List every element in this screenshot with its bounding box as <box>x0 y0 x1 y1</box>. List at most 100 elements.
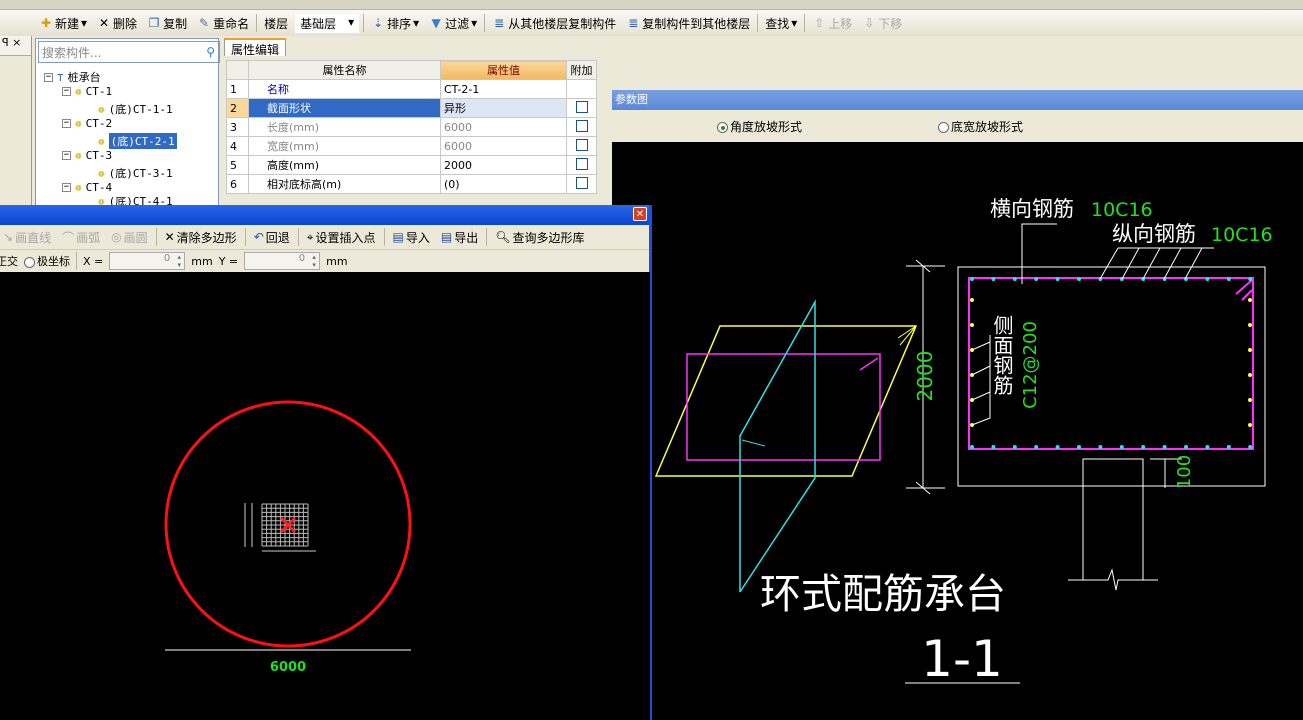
gear-icon: ❁ <box>98 166 105 180</box>
gear-icon: ❁ <box>75 149 82 162</box>
new-button[interactable]: ✚ 新建 ▾ <box>36 15 90 32</box>
rebar-dot <box>1248 298 1252 302</box>
rebar-dot <box>1162 445 1167 449</box>
rebar-dot <box>1184 445 1188 449</box>
tree-item[interactable]: ❁ (底)CT-4-1 <box>98 197 173 205</box>
collapse-icon[interactable]: − <box>62 183 71 192</box>
tree-item[interactable]: − ❁ CT-4 <box>62 181 112 194</box>
left-pane-header[interactable]: ꟼ × <box>0 36 31 56</box>
tree-item[interactable]: − ❁ CT-3 <box>62 149 112 162</box>
x-input[interactable]: 0 <box>109 252 186 270</box>
radio-angle-slope[interactable]: 角度放坡形式 <box>717 118 802 135</box>
move-up-button[interactable]: ⇧ 上移 <box>809 15 855 32</box>
checkbox[interactable] <box>575 100 588 113</box>
draw-arc-button[interactable]: ⌒ 画弧 <box>59 229 103 246</box>
value-cell[interactable]: 6000 <box>440 136 567 156</box>
copy-floor-icon: ≣ <box>494 16 505 30</box>
sort-button[interactable]: ⇣ 排序 ▾ <box>368 15 422 32</box>
polar-option[interactable]: 极坐标 <box>24 253 70 269</box>
gear-icon: ❁ <box>98 102 105 116</box>
value-cell[interactable]: 2000 <box>440 155 567 175</box>
value-cell[interactable]: (0) <box>440 174 567 194</box>
tree-item[interactable]: ❁ (底)CT-1-1 <box>98 101 173 117</box>
rebar-dot <box>1034 445 1039 449</box>
filter-icon: ▼ <box>431 16 441 30</box>
collapse-icon[interactable]: − <box>62 119 71 128</box>
table-row[interactable]: 3 长度(mm) 6000 <box>226 117 597 137</box>
main-toolbar: ✚ 新建 ▾ ✕ 删除 ❐ 复制 ✎ 重命名 楼层 基础层 ▾ ⇣ 排序 ▾ ▼ 过滤 ▾ ≣ 从其他… <box>0 10 1303 36</box>
tree-item[interactable]: − ❁ CT-2 <box>62 117 112 130</box>
radio-icon <box>24 256 35 268</box>
move-down-button[interactable]: ⇩ 下移 <box>859 15 905 32</box>
rebar-dot <box>991 277 996 281</box>
checkbox[interactable] <box>575 119 588 132</box>
rebar-dot <box>1248 277 1253 281</box>
y-input[interactable]: 0 <box>244 252 321 270</box>
insert-point-icon: ⌖ <box>306 229 314 244</box>
clear-polygon-button[interactable]: ✕ 清除多边形 <box>162 229 240 246</box>
radio-icon <box>938 122 949 133</box>
find-button[interactable]: 查找 ▾ <box>762 15 800 32</box>
arc-icon: ⌒ <box>62 230 75 245</box>
gear-icon: ❁ <box>75 85 82 98</box>
table-row[interactable]: 4 宽度(mm) 6000 <box>226 136 597 156</box>
property-editor: 属性编辑 属性名称 属性值 附加 1 名称 CT-2-1 2 截面形状 异形 3 长度(mm)… <box>222 38 602 206</box>
diagram-caption: 环式配筋承台 <box>760 570 1006 618</box>
rebar-dot <box>991 445 996 449</box>
query-library-button[interactable]: 🔍︎ 查询多边形库 <box>492 229 587 246</box>
table-row[interactable]: 2 截面形状 异形 <box>226 98 597 118</box>
copy-icon: ❐ <box>148 16 160 30</box>
collapse-icon[interactable]: − <box>62 87 71 96</box>
divider <box>297 228 299 246</box>
tree-root[interactable]: − ⊤ 桩承台 <box>44 69 101 85</box>
copy-to-floor-button[interactable]: ≣ 复制构件到其他楼层 <box>623 15 753 32</box>
checkbox[interactable] <box>575 176 588 189</box>
rebar-dot <box>1226 277 1231 281</box>
export-button[interactable]: ▤ 导出 <box>438 229 481 246</box>
checkbox[interactable] <box>575 138 588 151</box>
import-button[interactable]: ▤ 导入 <box>390 229 433 246</box>
filter-button[interactable]: ▼ 过滤 ▾ <box>426 15 480 32</box>
property-table: 属性名称 属性值 附加 1 名称 CT-2-1 2 截面形状 异形 3 长度(mm) 6000 … <box>226 60 597 194</box>
table-row[interactable]: 6 相对底标高(m) (0) <box>226 174 597 194</box>
circle-icon: ◎ <box>111 230 122 244</box>
ortho-option[interactable]: 正交 <box>0 253 18 269</box>
close-button[interactable]: ✕ <box>633 207 647 221</box>
set-insert-point-button[interactable]: ⌖ 设置插入点 <box>304 229 379 246</box>
copy-button[interactable]: ❐ 复制 <box>144 15 190 32</box>
radio-icon <box>717 122 728 133</box>
search-input[interactable]: 搜索构件... ⚲ <box>38 41 220 63</box>
tree-item-selected[interactable]: ❁ (底)CT-2-1 <box>98 133 177 149</box>
draw-line-button[interactable]: ↘ 画直线 <box>0 229 54 246</box>
label-longitudinal-rebar-value: 10C16 <box>1211 224 1273 246</box>
delete-button[interactable]: ✕ 删除 <box>94 15 140 32</box>
copy-from-floor-button[interactable]: ≣ 从其他楼层复制构件 <box>489 15 619 32</box>
undo-button[interactable]: ↶ 回退 <box>251 229 293 246</box>
divider <box>383 228 385 246</box>
draw-circle-button[interactable]: ◎ 画圆 <box>108 229 151 246</box>
checkbox[interactable] <box>575 157 588 170</box>
value-cell[interactable]: 异形 <box>440 98 567 118</box>
table-row[interactable]: 1 名称 CT-2-1 <box>226 79 597 99</box>
polygon-canvas[interactable]: 6000 <box>0 272 650 720</box>
rebar-dot <box>1248 423 1252 427</box>
collapse-icon[interactable]: − <box>44 72 53 82</box>
gear-icon: ❁ <box>98 197 105 205</box>
table-row[interactable]: 5 高度(mm) 2000 <box>226 155 597 175</box>
value-cell[interactable]: 6000 <box>440 117 567 137</box>
rename-button[interactable]: ✎ 重命名 <box>194 15 252 32</box>
rebar-dot <box>1077 445 1081 449</box>
arrow-up-icon: ⇧ <box>814 16 825 30</box>
new-icon: ✚ <box>40 16 52 30</box>
col-name: 属性名称 <box>248 60 441 80</box>
tree-item[interactable]: ❁ (底)CT-3-1 <box>98 165 173 181</box>
collapse-icon[interactable]: − <box>62 151 71 160</box>
divider <box>486 228 488 246</box>
floor-select[interactable]: 基础层 ▾ <box>295 13 360 33</box>
search-icon[interactable]: ⚲ <box>206 45 219 59</box>
rebar-dot <box>1077 277 1081 281</box>
radio-width-slope[interactable]: 底宽放坡形式 <box>938 118 1023 135</box>
tree-item[interactable]: − ❁ CT-1 <box>62 85 112 98</box>
value-cell[interactable]: CT-2-1 <box>440 79 567 99</box>
tab-property-edit[interactable]: 属性编辑 <box>224 38 287 57</box>
